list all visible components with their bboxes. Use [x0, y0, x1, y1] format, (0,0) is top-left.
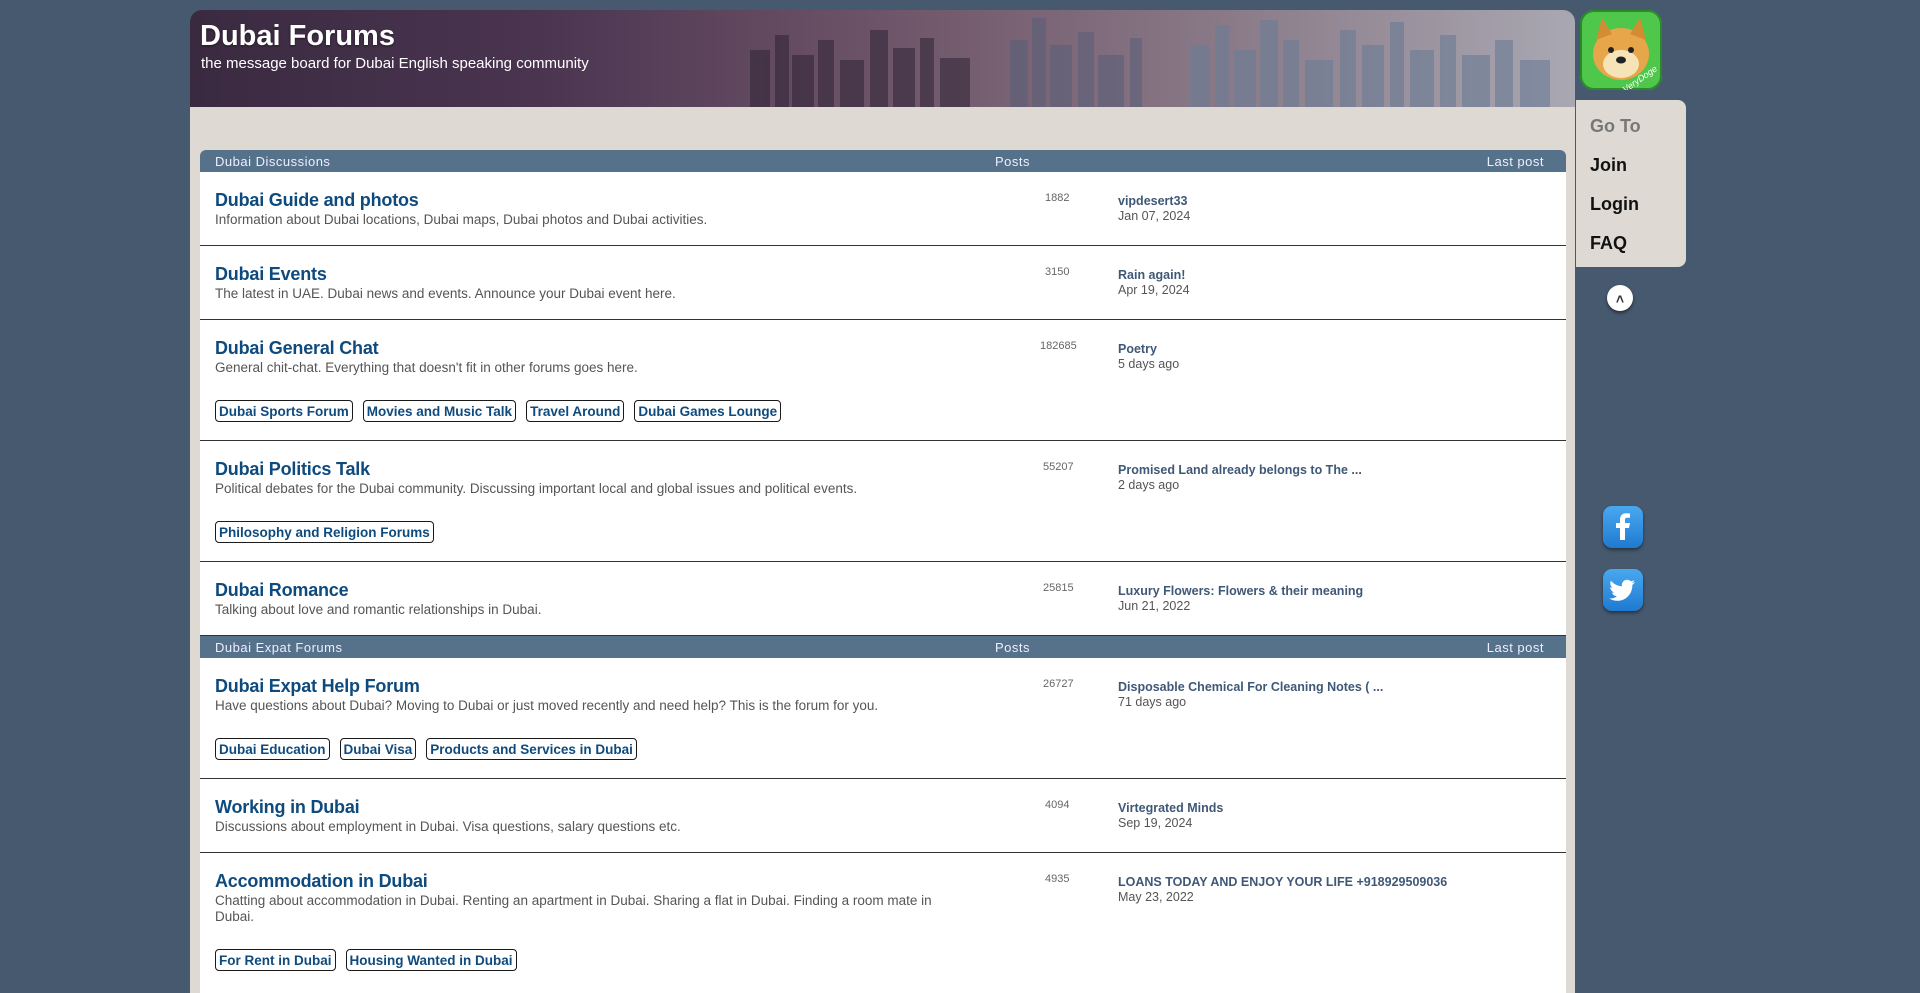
login-link[interactable]: Login: [1590, 194, 1639, 215]
category-name: Dubai Discussions: [215, 154, 331, 169]
last-post-date: 2 days ago: [1118, 478, 1180, 492]
subforum-link[interactable]: Movies and Music Talk: [362, 400, 517, 422]
forum-list: Dubai Discussions Posts Last post Dubai …: [200, 150, 1566, 993]
subforum-link[interactable]: Travel Around: [526, 400, 625, 422]
forum-description: Chatting about accommodation in Dubai. R…: [215, 893, 932, 924]
chevron-up-icon: ˄: [1615, 291, 1625, 307]
forum-title-link[interactable]: Accommodation in Dubai: [215, 871, 428, 892]
subforum-link[interactable]: Dubai Visa: [339, 738, 417, 760]
last-post-link[interactable]: Poetry: [1118, 342, 1157, 356]
forum-row: Dubai Events The latest in UAE. Dubai ne…: [200, 246, 1566, 320]
subforum-link[interactable]: Philosophy and Religion Forums: [215, 521, 434, 543]
forum-row: Dubai General Chat General chit-chat. Ev…: [200, 320, 1566, 441]
last-post-date: May 23, 2022: [1118, 890, 1194, 904]
last-post-date: 5 days ago: [1118, 357, 1180, 371]
last-post-link[interactable]: Virtegrated Minds: [1118, 801, 1223, 815]
forum-row: Dubai Guide and photos Information about…: [200, 172, 1566, 246]
forum-title-link[interactable]: Dubai Politics Talk: [215, 459, 370, 480]
site-title[interactable]: Dubai Forums: [200, 20, 395, 53]
forum-description: Discussions about employment in Dubai. V…: [215, 819, 681, 834]
doge-avatar-button[interactable]: VeryDoge: [1580, 10, 1662, 90]
forum-description: Information about Dubai locations, Dubai…: [215, 212, 708, 227]
forum-title-link[interactable]: Working in Dubai: [215, 797, 360, 818]
subforum-link[interactable]: For Rent in Dubai: [215, 949, 336, 971]
page-wrapper: Dubai Forums the message board for Dubai…: [190, 10, 1575, 993]
category-header: Dubai Discussions Posts Last post: [200, 150, 1566, 172]
subforum-link[interactable]: Dubai Games Lounge: [634, 400, 782, 422]
forum-description: The latest in UAE. Dubai news and events…: [215, 286, 676, 301]
last-post-link[interactable]: Promised Land already belongs to The ...: [1118, 463, 1362, 477]
subforum-list: Dubai Education Dubai Visa Products and …: [215, 738, 637, 760]
forum-title-link[interactable]: Dubai General Chat: [215, 338, 379, 359]
last-post-date: Apr 19, 2024: [1118, 283, 1190, 297]
goto-heading: Go To: [1590, 116, 1641, 136]
subforum-link[interactable]: Dubai Education: [215, 738, 330, 760]
site-banner: Dubai Forums the message board for Dubai…: [190, 10, 1575, 107]
subforum-link[interactable]: Products and Services in Dubai: [426, 738, 637, 760]
category-name: Dubai Expat Forums: [215, 640, 343, 655]
forum-row: Accommodation in Dubai Chatting about ac…: [200, 853, 1566, 993]
forum-title-link[interactable]: Dubai Events: [215, 264, 327, 285]
last-post-date: Sep 19, 2024: [1118, 816, 1193, 830]
last-post-link[interactable]: Disposable Chemical For Cleaning Notes (…: [1118, 680, 1383, 694]
forum-title-link[interactable]: Dubai Romance: [215, 580, 349, 601]
last-post-link[interactable]: LOANS TODAY AND ENJOY YOUR LIFE +9189295…: [1118, 875, 1447, 889]
goto-nav-panel: Go To Join Login FAQ: [1576, 100, 1686, 267]
scroll-to-top-button[interactable]: ˄: [1607, 285, 1633, 311]
forum-row: Working in Dubai Discussions about emplo…: [200, 779, 1566, 853]
forum-description: Talking about love and romantic relation…: [215, 602, 542, 617]
forum-description: Political debates for the Dubai communit…: [215, 481, 858, 496]
last-post-link[interactable]: vipdesert33: [1118, 194, 1187, 208]
forum-row: Dubai Politics Talk Political debates fo…: [200, 441, 1566, 562]
last-post-date: 71 days ago: [1118, 695, 1187, 709]
forum-title-link[interactable]: Dubai Expat Help Forum: [215, 676, 420, 697]
subforum-link[interactable]: Housing Wanted in Dubai: [345, 949, 517, 971]
subforum-list: For Rent in Dubai Housing Wanted in Duba…: [215, 949, 517, 971]
last-post-column-header: Last post: [1486, 154, 1544, 169]
main-content-area: Dubai Discussions Posts Last post Dubai …: [190, 107, 1575, 993]
last-post-date: Jan 07, 2024: [1118, 209, 1191, 223]
last-post-column-header: Last post: [1486, 640, 1544, 655]
forum-row: Dubai Romance Talking about love and rom…: [200, 562, 1566, 636]
forum-description: General chit-chat. Everything that doesn…: [215, 360, 638, 375]
subforum-list: Dubai Sports Forum Movies and Music Talk…: [215, 400, 782, 422]
join-link[interactable]: Join: [1590, 155, 1627, 176]
last-post-link[interactable]: Rain again!: [1118, 268, 1185, 282]
site-tagline: the message board for Dubai English spea…: [201, 55, 589, 72]
subforum-list: Philosophy and Religion Forums: [215, 521, 434, 543]
post-count: 182685: [1040, 340, 1077, 352]
facebook-icon[interactable]: [1603, 506, 1643, 548]
category-header: Dubai Expat Forums Posts Last post: [200, 636, 1566, 658]
posts-column-header: Posts: [995, 154, 1031, 169]
last-post-date: Jun 21, 2022: [1118, 599, 1191, 613]
faq-link[interactable]: FAQ: [1590, 233, 1627, 254]
forum-row: Dubai Expat Help Forum Have questions ab…: [200, 658, 1566, 779]
last-post-link[interactable]: Luxury Flowers: Flowers & their meaning: [1118, 584, 1363, 598]
forum-title-link[interactable]: Dubai Guide and photos: [215, 190, 419, 211]
twitter-icon[interactable]: [1603, 569, 1643, 611]
forum-description: Have questions about Dubai? Moving to Du…: [215, 698, 879, 713]
posts-column-header: Posts: [995, 640, 1031, 655]
subforum-link[interactable]: Dubai Sports Forum: [215, 400, 353, 422]
